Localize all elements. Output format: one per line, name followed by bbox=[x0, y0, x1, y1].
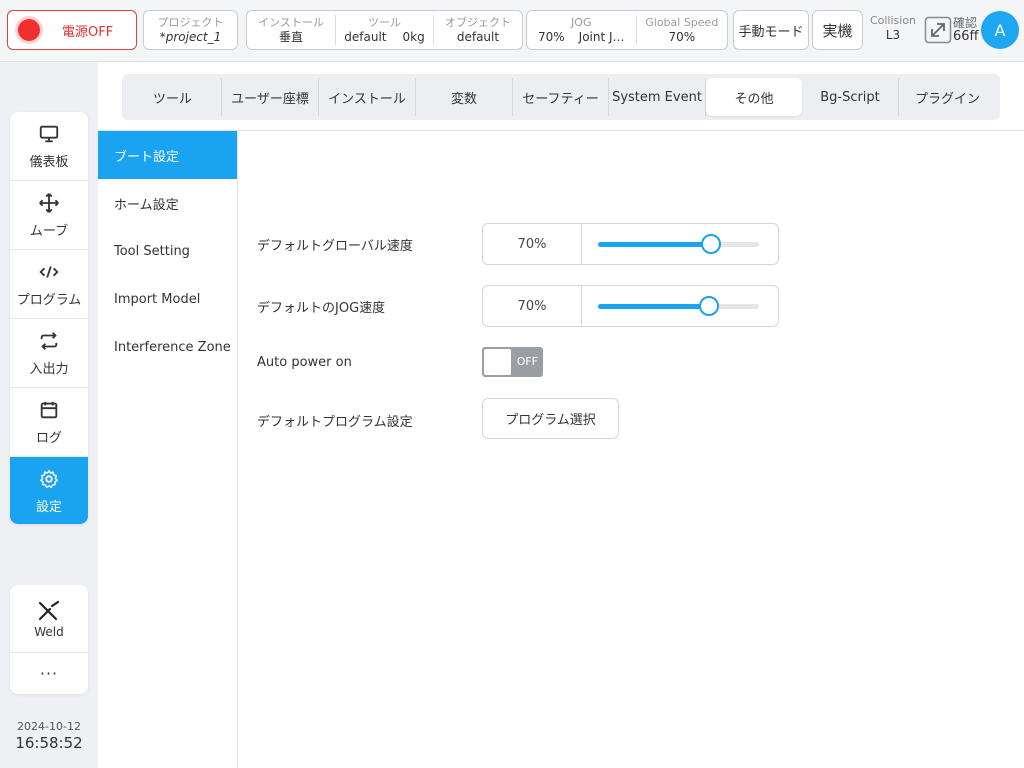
object-value: default bbox=[456, 30, 500, 44]
jog-speed: 70% bbox=[537, 30, 565, 44]
repeat-icon bbox=[40, 331, 58, 350]
default-global-speed-label: デフォルトグローバル速度 bbox=[257, 239, 413, 254]
nav-item-settings[interactable]: 設定 bbox=[10, 457, 88, 524]
global-speed-cell[interactable]: Global Speed 70% bbox=[637, 15, 727, 45]
tab-bg-script[interactable]: Bg-Script bbox=[802, 78, 899, 116]
plugin-nav: Weld ··· bbox=[10, 585, 88, 694]
project-title: プロジェクト bbox=[157, 16, 224, 29]
clock-time: 16:58:52 bbox=[15, 734, 83, 752]
default-jog-speed-control: 70% bbox=[482, 285, 779, 327]
default-global-speed-input[interactable]: 70% bbox=[483, 224, 582, 264]
calendar-icon bbox=[40, 401, 58, 418]
object-title: オブジェクト bbox=[444, 16, 511, 29]
slider-handle[interactable] bbox=[699, 296, 720, 316]
nav-item-dashboard[interactable]: 儀表板 bbox=[10, 112, 88, 181]
nav-label-dashboard: 儀表板 bbox=[29, 154, 69, 170]
nav-item-program[interactable]: プログラム bbox=[10, 250, 88, 319]
slider-handle[interactable] bbox=[700, 234, 721, 254]
default-jog-speed-slider[interactable] bbox=[598, 296, 759, 316]
settings-panel: ツール ユーザー座標 インストール 変数 セーフティー System Event… bbox=[98, 62, 1024, 768]
move-icon bbox=[39, 192, 59, 213]
clock-date: 2024-10-12 bbox=[17, 720, 81, 733]
nav-label-program: プログラム bbox=[16, 292, 82, 308]
monitor-icon bbox=[39, 125, 59, 142]
top-bar: 電源OFF プロジェクト *project_1 インストール 垂直 ツール de… bbox=[0, 0, 1024, 62]
tool-name: default bbox=[344, 30, 387, 44]
tab-other[interactable]: その他 bbox=[706, 78, 802, 116]
jog-speed-panel[interactable]: JOG 70% Joint J… Global Speed 70% bbox=[526, 10, 728, 50]
tab-installation[interactable]: インストール bbox=[319, 78, 416, 116]
expand-icon[interactable] bbox=[924, 16, 952, 44]
nav-label-move: ムーブ bbox=[29, 223, 69, 239]
slider-fill bbox=[598, 304, 710, 309]
nav-label-log: ログ bbox=[35, 430, 62, 446]
confirm-status: 確認 66ff bbox=[953, 16, 979, 44]
collision-title: Collision bbox=[869, 14, 917, 27]
tool-cell[interactable]: ツール default 0kg bbox=[336, 15, 434, 45]
nav-label-weld: Weld bbox=[34, 624, 64, 639]
program-select-button[interactable]: プログラム選択 bbox=[482, 398, 619, 439]
jog-title: JOG bbox=[571, 16, 592, 29]
default-jog-speed-label: デフォルトのJOG速度 bbox=[257, 301, 386, 316]
subnav-interference-zone[interactable]: Interference Zone bbox=[98, 323, 237, 371]
tab-plugin[interactable]: プラグイン bbox=[899, 78, 996, 116]
default-global-speed-slider[interactable] bbox=[598, 234, 759, 254]
subnav-tool-setting[interactable]: Tool Setting bbox=[98, 227, 237, 275]
confirm-value: 66ff bbox=[953, 29, 979, 44]
install-value: 垂直 bbox=[279, 30, 304, 44]
tool-title: ツール bbox=[368, 16, 401, 29]
user-avatar[interactable]: A bbox=[981, 11, 1019, 49]
gear-icon bbox=[40, 470, 58, 488]
manual-mode-button[interactable]: 手動モード bbox=[733, 10, 809, 50]
project-name: *project_1 bbox=[159, 30, 222, 44]
tool-weight: 0kg bbox=[402, 30, 425, 44]
nav-label-io: 入出力 bbox=[29, 361, 69, 377]
toggle-knob bbox=[484, 349, 511, 375]
nav-item-weld[interactable]: Weld bbox=[10, 585, 88, 653]
object-cell[interactable]: オブジェクト default bbox=[434, 15, 522, 45]
install-tool-object-panel[interactable]: インストール 垂直 ツール default 0kg オブジェクト default bbox=[246, 10, 523, 50]
default-global-speed-control: 70% bbox=[482, 223, 779, 265]
power-off-button[interactable]: 電源OFF bbox=[7, 10, 137, 50]
subnav-boot-settings[interactable]: ブート設定 bbox=[98, 131, 237, 179]
global-speed-value: 70% bbox=[668, 30, 696, 44]
code-icon bbox=[39, 265, 59, 278]
install-title: インストール bbox=[258, 16, 324, 29]
tab-user-coordinates[interactable]: ユーザー座標 bbox=[222, 78, 319, 116]
real-robot-button[interactable]: 実機 bbox=[812, 10, 863, 50]
tab-tool[interactable]: ツール bbox=[124, 78, 222, 116]
main-nav: 儀表板 ムーブ プログラム 入出力 ログ 設定 bbox=[10, 112, 88, 524]
tab-safety[interactable]: セーフティー bbox=[513, 78, 609, 116]
power-label: 電源OFF bbox=[62, 24, 114, 40]
sub-nav: ブート設定 ホーム設定 Tool Setting Import Model In… bbox=[98, 131, 238, 768]
auto-power-on-label: Auto power on bbox=[257, 355, 352, 370]
power-indicator-icon bbox=[18, 19, 40, 41]
default-jog-speed-input[interactable]: 70% bbox=[483, 286, 582, 326]
nav-item-move[interactable]: ムーブ bbox=[10, 181, 88, 250]
system-clock: 2024-10-12 16:58:52 bbox=[10, 720, 88, 752]
confirm-title: 確認 bbox=[953, 16, 978, 30]
project-selector[interactable]: プロジェクト *project_1 bbox=[143, 10, 238, 50]
more-menu-button[interactable]: ··· bbox=[10, 653, 88, 693]
nav-item-log[interactable]: ログ bbox=[10, 388, 88, 457]
settings-tab-bar: ツール ユーザー座標 インストール 変数 セーフティー System Event… bbox=[122, 74, 1000, 120]
subnav-import-model[interactable]: Import Model bbox=[98, 275, 237, 323]
install-cell[interactable]: インストール 垂直 bbox=[247, 15, 337, 45]
global-speed-title: Global Speed bbox=[645, 16, 719, 29]
default-program-label: デフォルトプログラム設定 bbox=[257, 415, 413, 430]
tab-system-event[interactable]: System Event bbox=[609, 78, 706, 116]
nav-item-io[interactable]: 入出力 bbox=[10, 319, 88, 388]
weld-icon bbox=[38, 600, 60, 620]
slider-fill bbox=[598, 242, 711, 247]
subnav-home-settings[interactable]: ホーム設定 bbox=[98, 179, 237, 227]
collision-level[interactable]: Collision L3 bbox=[868, 14, 918, 43]
jog-mode: Joint J… bbox=[578, 30, 625, 44]
auto-power-on-toggle[interactable]: OFF bbox=[482, 347, 543, 377]
collision-value: L3 bbox=[885, 28, 901, 42]
toggle-state: OFF bbox=[516, 355, 538, 368]
tab-variables[interactable]: 変数 bbox=[416, 78, 513, 116]
nav-label-settings: 設定 bbox=[35, 500, 62, 515]
jog-cell[interactable]: JOG 70% Joint J… bbox=[527, 15, 637, 45]
